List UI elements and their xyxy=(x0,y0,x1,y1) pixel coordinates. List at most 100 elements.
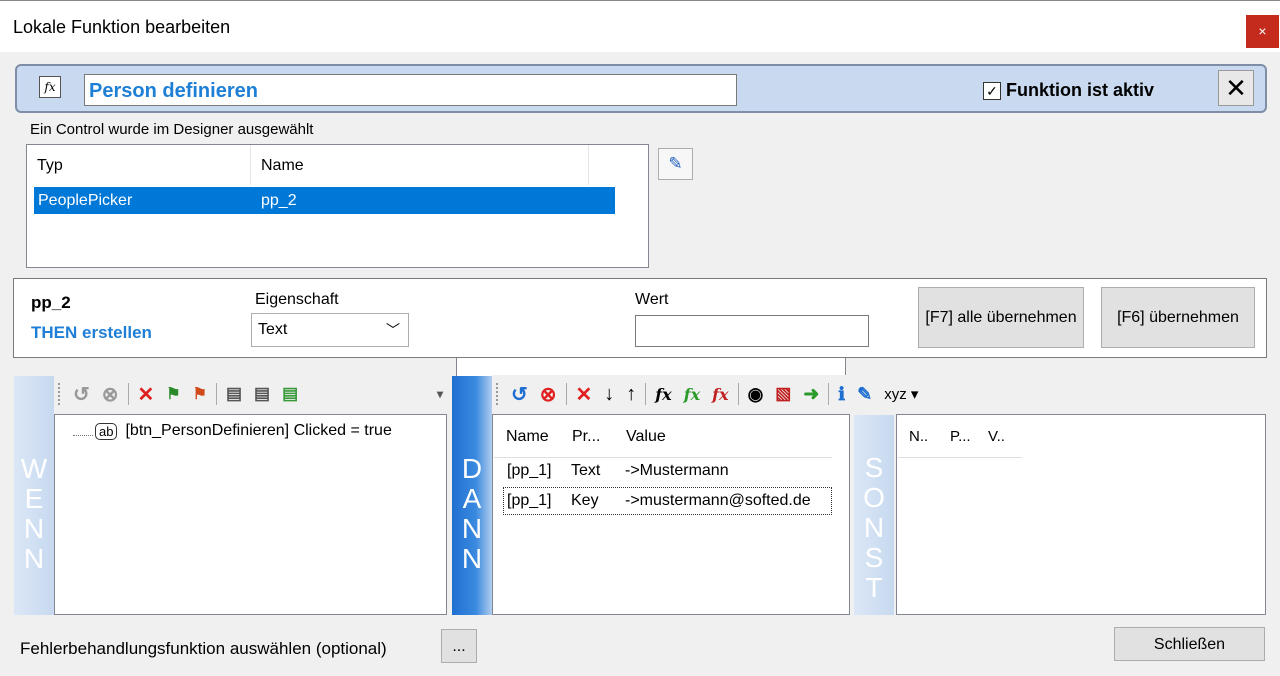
edit-icon[interactable]: ✎ xyxy=(857,384,872,405)
xyz-dropdown[interactable]: xyz ▾ xyxy=(884,385,918,403)
eigenschaft-value: Text xyxy=(258,321,288,338)
window-close-button[interactable]: × xyxy=(1246,15,1279,48)
control-row-name: pp_2 xyxy=(261,192,297,209)
chevron-down-icon: ﹀ xyxy=(386,322,400,338)
function-active-label: Funktion ist aktiv xyxy=(1006,80,1155,100)
title-bar: Lokale Funktion bearbeiten × xyxy=(0,1,1280,52)
controls-caption: Ein Control wurde im Designer ausgewählt xyxy=(30,121,314,138)
function-add-icon[interactable]: fx xyxy=(684,385,700,404)
dann-row-value[interactable]: ->mustermann@softed.de xyxy=(625,492,811,510)
dann-row-name[interactable]: [pp_1] xyxy=(507,492,551,510)
toolbar-separator xyxy=(215,383,217,405)
sonst-letter: N xyxy=(863,512,885,543)
dann-tab-header xyxy=(456,358,846,376)
document-refresh-icon[interactable]: ▤ xyxy=(282,384,298,404)
dann-letter: D xyxy=(461,453,483,484)
apply-all-button[interactable]: [F7] alle übernehmen xyxy=(918,287,1084,348)
document-delete-icon[interactable]: ▧ xyxy=(775,384,791,404)
function-icon[interactable]: fx xyxy=(655,385,671,404)
wert-input[interactable] xyxy=(635,315,869,347)
error-handler-browse-button[interactable]: ... xyxy=(441,629,477,663)
column-header-typ[interactable]: Typ xyxy=(27,145,251,185)
wenn-strip: W E N N xyxy=(14,376,54,615)
delete-all-icon[interactable]: ⊗ xyxy=(102,382,119,407)
delete-icon[interactable]: ✕ xyxy=(138,382,155,407)
eigenschaft-label: Eigenschaft xyxy=(255,291,339,308)
condition-text: [btn_PersonDefinieren] Clicked = true xyxy=(125,422,392,439)
dann-column-name[interactable]: Name xyxy=(506,428,549,446)
wenn-toolbar: ↺ ⊗ ✕ ⚑ ⚑ ▤ ▤ ▤ ▾ xyxy=(54,375,449,413)
function-header-panel: fx Person definieren ✓ Funktion ist akti… xyxy=(15,64,1267,113)
control-row-typ: PeoplePicker xyxy=(38,192,133,209)
flag-green-icon[interactable]: ⚑ xyxy=(166,384,180,404)
toolbar-separator xyxy=(645,383,647,405)
toolbar-separator xyxy=(828,383,830,405)
wenn-letter: W xyxy=(20,453,48,484)
xyz-label: xyz xyxy=(884,386,907,403)
toolbar-overflow-icon[interactable]: ▾ xyxy=(437,387,443,401)
dann-row-property[interactable]: Text xyxy=(571,462,600,480)
sonst-letter: T xyxy=(865,572,883,603)
wenn-letter: N xyxy=(23,513,45,544)
eigenschaft-select[interactable]: Text ﹀ xyxy=(251,313,409,347)
control-row[interactable]: PeoplePicker pp_2 xyxy=(34,187,615,214)
function-icon: fx xyxy=(39,76,61,98)
edit-icon: ✎ xyxy=(668,154,683,173)
delete-all-icon[interactable]: ⊗ xyxy=(540,382,557,407)
undo-icon[interactable]: ↺ xyxy=(511,382,528,407)
wenn-tree xyxy=(54,414,447,615)
dann-letter: N xyxy=(461,543,483,574)
arrow-down-icon[interactable]: ↓ xyxy=(604,383,614,406)
close-button[interactable]: Schließen xyxy=(1114,627,1265,661)
condition-item[interactable]: ab [btn_PersonDefinieren] Clicked = true xyxy=(73,422,392,440)
sonst-strip: S O N S T xyxy=(854,415,894,615)
dann-strip: D A N N xyxy=(452,376,492,615)
dialog-window: Lokale Funktion bearbeiten × fx Person d… xyxy=(0,0,1280,676)
flag-red-icon[interactable]: ⚑ xyxy=(193,384,207,404)
wenn-letter: E xyxy=(24,483,44,514)
undo-icon[interactable]: ↺ xyxy=(73,382,90,407)
dann-row-property[interactable]: Key xyxy=(571,492,599,510)
tree-connector xyxy=(73,426,93,436)
go-arrow-icon[interactable]: ➜ xyxy=(803,383,819,406)
control-list: Typ Name PeoplePicker pp_2 xyxy=(26,144,649,268)
arrow-up-icon[interactable]: ↑ xyxy=(626,383,636,406)
column-header-name[interactable]: Name xyxy=(251,145,589,185)
dann-column-property[interactable]: Pr... xyxy=(572,428,600,446)
window-title: Lokale Funktion bearbeiten xyxy=(13,17,231,37)
toolbar-grip-icon xyxy=(496,383,499,405)
function-remove-icon[interactable]: fx xyxy=(712,385,728,404)
sonst-letter: S xyxy=(864,452,884,483)
textbox-icon: ab xyxy=(95,422,118,440)
info-icon[interactable]: ℹ xyxy=(838,384,845,405)
function-active-checkbox[interactable]: ✓ Funktion ist aktiv xyxy=(983,80,1154,101)
dann-letter: A xyxy=(462,483,482,514)
document-edit-icon[interactable]: ▤ xyxy=(226,384,242,404)
apply-button[interactable]: [F6] übernehmen xyxy=(1101,287,1255,348)
toolbar-separator xyxy=(737,383,739,405)
sonst-column-property[interactable]: P... xyxy=(950,428,971,445)
error-handler-label: Fehlerbehandlungsfunktion auswählen (opt… xyxy=(20,639,387,658)
document-icon[interactable]: ▤ xyxy=(254,384,270,404)
sonst-column-name[interactable]: N.. xyxy=(909,428,928,445)
dann-row-name[interactable]: [pp_1] xyxy=(507,462,551,480)
wert-label: Wert xyxy=(635,291,669,308)
dann-row-value[interactable]: ->Mustermann xyxy=(625,462,729,480)
selected-control-name: pp_2 xyxy=(31,293,71,312)
toolbar-separator xyxy=(127,383,129,405)
mode-label: THEN erstellen xyxy=(31,323,152,342)
grid-header-divider xyxy=(494,457,832,458)
wenn-letter: N xyxy=(23,543,45,574)
toolbar-grip-icon xyxy=(58,383,61,405)
preview-icon[interactable]: ◉ xyxy=(748,384,764,405)
checkmark-icon: ✓ xyxy=(983,81,1001,100)
edit-control-button[interactable]: ✎ xyxy=(658,148,693,180)
sonst-column-value[interactable]: V.. xyxy=(988,428,1005,445)
delete-icon[interactable]: ✕ xyxy=(576,382,593,407)
property-panel: pp_2 THEN erstellen Eigenschaft Text ﹀ W… xyxy=(13,278,1267,358)
dann-toolbar: ↺ ⊗ ✕ ↓ ↑ fx fx fx ◉ ▧ ➜ ℹ ✎ xyz ▾ xyxy=(492,375,1265,413)
function-name-field[interactable]: Person definieren xyxy=(84,74,737,106)
dann-column-value[interactable]: Value xyxy=(626,428,666,446)
toolbar-separator xyxy=(565,383,567,405)
remove-function-button[interactable]: ✕ xyxy=(1218,70,1254,106)
